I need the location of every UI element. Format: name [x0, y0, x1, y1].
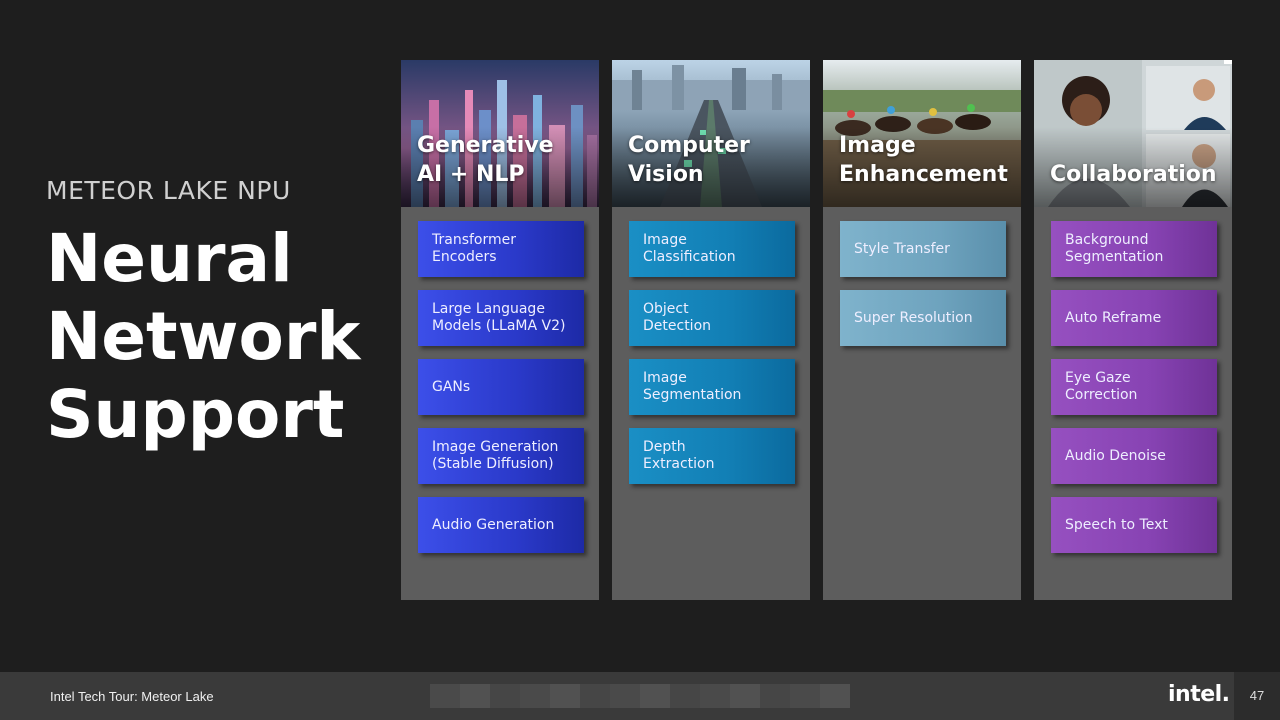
intel-logo: intel.: [1168, 682, 1230, 707]
column-image-enhancement: Image Enhancement Style Transfer Super R…: [823, 60, 1021, 600]
tile-audio-denoise: Audio Denoise: [1051, 428, 1217, 484]
video-call-participants-image: Collaboration: [1034, 60, 1232, 207]
tile-super-resolution: Super Resolution: [840, 290, 1006, 346]
footer-text: Intel Tech Tour: Meteor Lake: [50, 689, 214, 704]
tile-image-generation: Image Generation (Stable Diffusion): [418, 428, 584, 484]
tile-auto-reframe: Auto Reframe: [1051, 290, 1217, 346]
tile-style-transfer: Style Transfer: [840, 221, 1006, 277]
tile-large-language-models: Large Language Models (LLaMA V2): [418, 290, 584, 346]
footer-bar: Intel Tech Tour: Meteor Lake intel.: [0, 672, 1280, 720]
tile-audio-generation: Audio Generation: [418, 497, 584, 553]
slide-title: Neural Network Support: [46, 220, 361, 453]
page-number-box: 47: [1234, 672, 1280, 720]
tile-object-detection: Object Detection: [629, 290, 795, 346]
city-skyline-neon-image: Generative AI + NLP: [401, 60, 599, 207]
column-generative-ai: Generative AI + NLP Transformer Encoders…: [401, 60, 599, 600]
tile-speech-to-text: Speech to Text: [1051, 497, 1217, 553]
column-title: Image Enhancement: [839, 133, 1008, 187]
column-title: Computer Vision: [628, 133, 750, 187]
tile-gans: GANs: [418, 359, 584, 415]
highway-city-aerial-image: Computer Vision: [612, 60, 810, 207]
horse-race-image: Image Enhancement: [823, 60, 1021, 207]
slide-subtitle: METEOR LAKE NPU: [46, 176, 291, 205]
column-computer-vision: Computer Vision Image Classification Obj…: [612, 60, 810, 600]
column-collaboration: Collaboration Background Segmentation Au…: [1034, 60, 1232, 600]
column-title: Collaboration: [1050, 162, 1217, 187]
footer-blurred-region: [430, 684, 850, 708]
tile-depth-extraction: Depth Extraction: [629, 428, 795, 484]
column-title: Generative AI + NLP: [417, 133, 554, 187]
tile-transformer-encoders: Transformer Encoders: [418, 221, 584, 277]
tile-image-classification: Image Classification: [629, 221, 795, 277]
tile-image-segmentation: Image Segmentation: [629, 359, 795, 415]
tile-eye-gaze-correction: Eye Gaze Correction: [1051, 359, 1217, 415]
page-number: 47: [1249, 688, 1265, 703]
tile-background-segmentation: Background Segmentation: [1051, 221, 1217, 277]
